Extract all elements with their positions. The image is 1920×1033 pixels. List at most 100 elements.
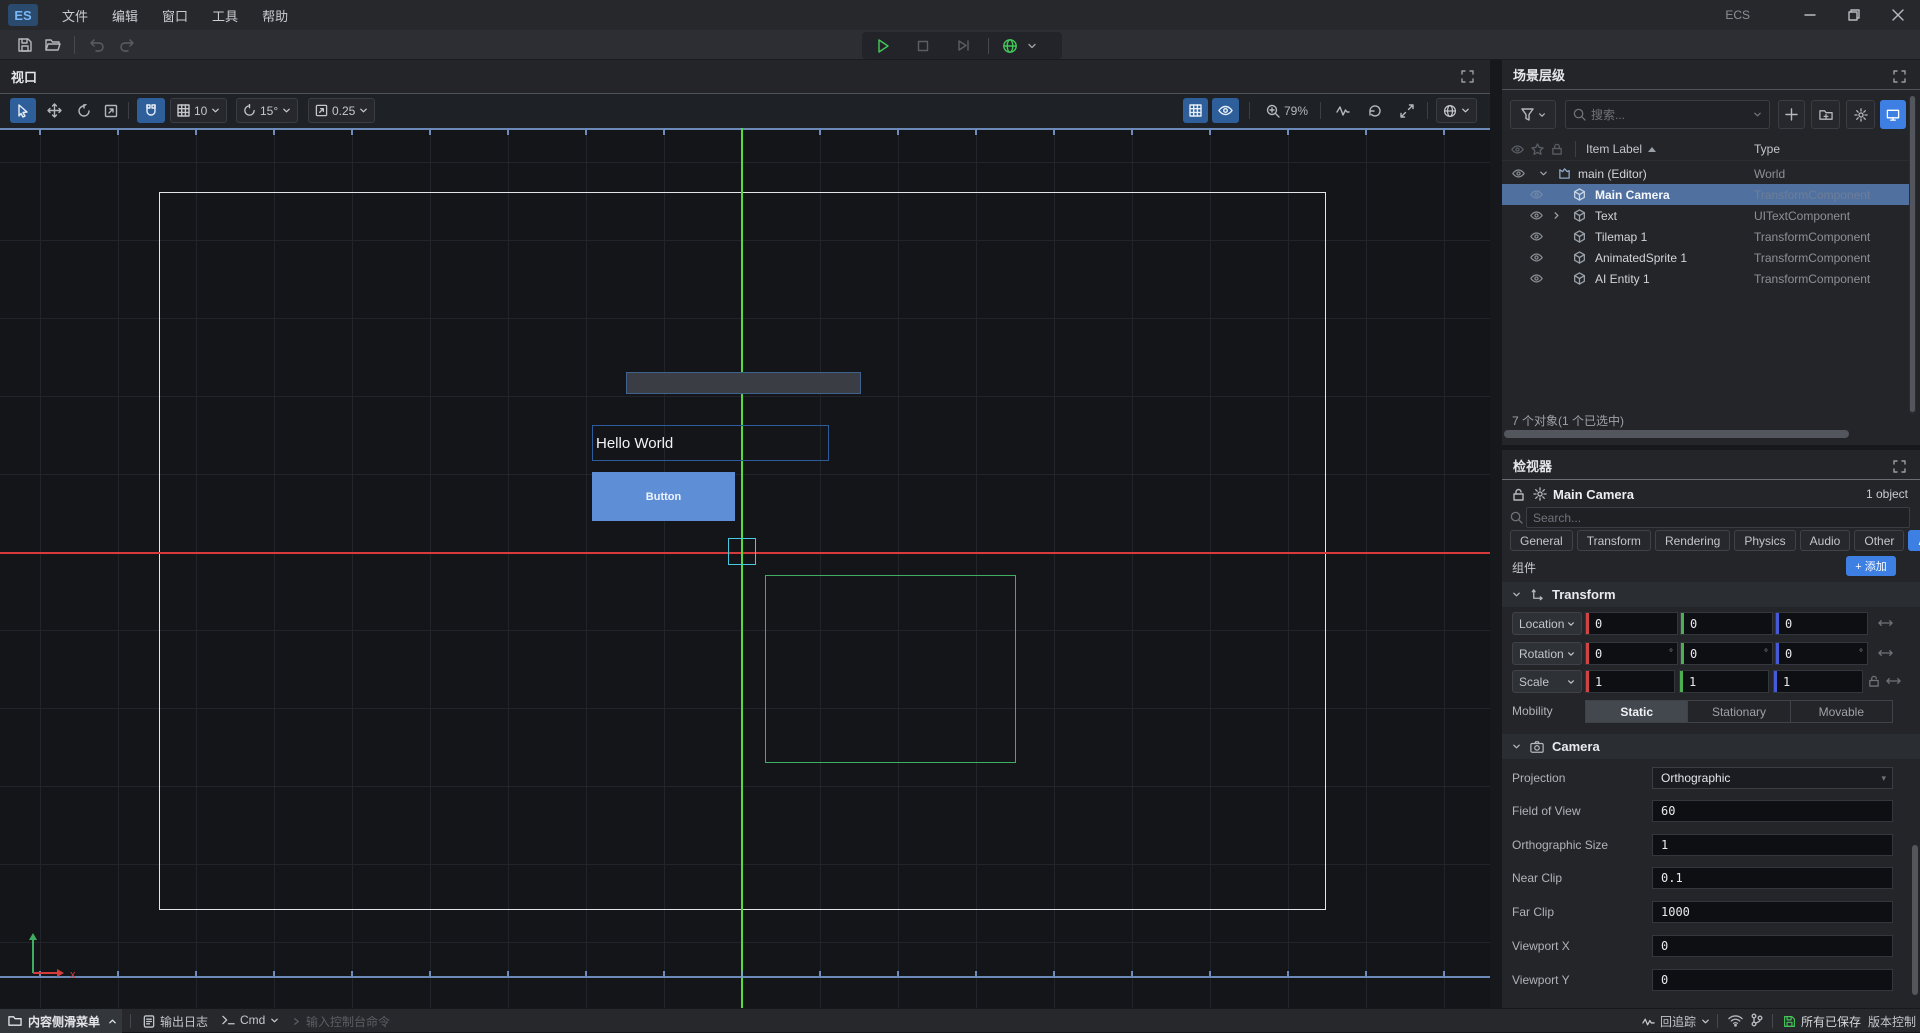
play-button[interactable] — [870, 34, 896, 58]
step-button[interactable] — [950, 34, 976, 58]
save-status[interactable]: 所有已保存 — [1783, 1013, 1861, 1030]
filter-dropdown-button[interactable] — [1510, 100, 1556, 129]
menu-tools[interactable]: 工具 — [212, 6, 238, 25]
version-branch-icon[interactable] — [1750, 1013, 1763, 1027]
fullscreen-button[interactable] — [1394, 98, 1419, 123]
zoom-indicator[interactable]: 79% — [1258, 98, 1316, 123]
panel-splitter[interactable] — [1490, 60, 1502, 1008]
new-folder-button[interactable] — [1811, 100, 1840, 129]
fov-field[interactable] — [1652, 800, 1893, 822]
tab-rendering[interactable]: Rendering — [1655, 530, 1730, 551]
chevron-down-icon[interactable] — [1027, 41, 1037, 51]
inspector-search-input[interactable] — [1526, 507, 1910, 528]
undo-button[interactable] — [84, 33, 110, 57]
camera-section-header[interactable]: Camera — [1502, 734, 1920, 759]
tab-audio[interactable]: Audio — [1800, 530, 1851, 551]
transform-section-header[interactable]: Transform — [1502, 582, 1920, 607]
selection-gizmo-box[interactable] — [728, 538, 756, 565]
hierarchy-vertical-scrollbar[interactable] — [1909, 96, 1916, 414]
grid-snap-dropdown[interactable]: 10 — [170, 98, 227, 123]
column-type[interactable]: Type — [1754, 142, 1780, 156]
stats-toggle-button[interactable] — [1330, 98, 1355, 123]
cmd-dropdown[interactable]: Cmd — [222, 1013, 279, 1027]
content-drawer-button[interactable]: 内容侧滑菜单 — [0, 1009, 122, 1033]
grid-visibility-toggle[interactable] — [1183, 98, 1208, 123]
app-logo[interactable]: ES — [8, 4, 38, 26]
expand-panel-icon[interactable] — [1893, 70, 1906, 83]
list-item[interactable]: AnimatedSprite 1 TransformComponent — [1502, 247, 1912, 268]
rotate-tool-button[interactable] — [71, 98, 96, 123]
list-item[interactable]: Tilemap 1 TransformComponent — [1502, 226, 1912, 247]
ui-panel-bar[interactable] — [626, 372, 861, 394]
ui-button-element[interactable]: Button — [592, 472, 735, 521]
rotate-snap-dropdown[interactable]: 15° — [236, 98, 298, 123]
reset-link-icon[interactable] — [1878, 617, 1893, 629]
tab-other[interactable]: Other — [1854, 530, 1904, 551]
tab-all[interactable]: All — [1908, 530, 1920, 551]
menu-file[interactable]: 文件 — [62, 6, 88, 25]
menu-edit[interactable]: 编辑 — [112, 6, 138, 25]
version-control-button[interactable]: 版本控制 — [1868, 1013, 1916, 1030]
snap-toggle-button[interactable] — [137, 98, 165, 123]
ortho-size-field[interactable] — [1652, 834, 1893, 856]
monitor-view-button[interactable] — [1880, 100, 1906, 129]
location-y-field[interactable] — [1680, 612, 1773, 635]
location-z-field[interactable] — [1775, 612, 1868, 635]
hierarchy-search-box[interactable] — [1565, 100, 1770, 129]
list-item[interactable]: main (Editor) World — [1502, 163, 1912, 184]
menu-window[interactable]: 窗口 — [162, 6, 188, 25]
lock-icon[interactable] — [1512, 488, 1525, 501]
tab-transform[interactable]: Transform — [1577, 530, 1651, 551]
world-dropdown[interactable] — [1436, 98, 1477, 123]
mobility-movable[interactable]: Movable — [1791, 700, 1893, 723]
save-button[interactable] — [12, 33, 38, 57]
projection-select[interactable]: Orthographic ▾ — [1652, 767, 1893, 789]
ui-text-element[interactable]: Hello World — [592, 425, 829, 461]
scale-tool-button[interactable] — [98, 98, 123, 123]
mobility-stationary[interactable]: Stationary — [1688, 700, 1790, 723]
scale-y-field[interactable] — [1679, 670, 1769, 693]
list-item[interactable]: AI Entity 1 TransformComponent — [1502, 268, 1912, 289]
rotation-dropdown[interactable]: Rotation — [1512, 642, 1582, 665]
far-clip-field[interactable] — [1652, 901, 1893, 923]
visibility-toggle[interactable] — [1212, 98, 1239, 123]
scale-z-field[interactable] — [1773, 670, 1863, 693]
scene-canvas[interactable]: Hello World Button x — [0, 128, 1490, 1008]
close-button[interactable] — [1876, 0, 1920, 30]
expand-panel-icon[interactable] — [1461, 70, 1474, 83]
reset-link-icon[interactable] — [1886, 675, 1901, 687]
viewport-y-field[interactable] — [1652, 969, 1893, 991]
near-clip-field[interactable] — [1652, 867, 1893, 889]
location-x-field[interactable] — [1585, 612, 1678, 635]
inspector-vertical-scrollbar[interactable] — [1912, 845, 1918, 995]
column-item-label[interactable]: Item Label — [1586, 142, 1642, 156]
hierarchy-horizontal-scrollbar[interactable] — [1504, 430, 1910, 438]
uniform-scale-lock-icon[interactable] — [1868, 675, 1880, 687]
hierarchy-settings-button[interactable] — [1846, 100, 1875, 129]
add-entity-button[interactable] — [1778, 100, 1805, 129]
reset-view-button[interactable] — [1362, 98, 1387, 123]
restore-button[interactable] — [1832, 0, 1876, 30]
output-log-button[interactable]: 输出日志 — [143, 1013, 208, 1030]
gear-icon[interactable] — [1533, 487, 1547, 501]
tab-physics[interactable]: Physics — [1734, 530, 1795, 551]
list-item-selected[interactable]: Main Camera TransformComponent — [1502, 184, 1912, 205]
select-tool-button[interactable] — [10, 98, 36, 123]
stop-button[interactable] — [910, 34, 936, 58]
expand-panel-icon[interactable] — [1893, 460, 1906, 473]
open-folder-button[interactable] — [40, 33, 66, 57]
move-tool-button[interactable] — [42, 98, 67, 123]
add-component-button[interactable]: + 添加 — [1846, 556, 1896, 576]
scale-dropdown[interactable]: Scale — [1512, 670, 1582, 693]
tab-general[interactable]: General — [1510, 530, 1573, 551]
network-wifi-icon[interactable] — [1728, 1014, 1743, 1027]
rotation-z-field[interactable]: ° — [1775, 642, 1868, 665]
redo-button[interactable] — [114, 33, 140, 57]
minimize-button[interactable] — [1788, 0, 1832, 30]
list-item[interactable]: Text UITextComponent — [1502, 205, 1912, 226]
viewport-x-field[interactable] — [1652, 935, 1893, 957]
console-command-input[interactable]: 输入控制台命令 — [292, 1013, 390, 1030]
location-dropdown[interactable]: Location — [1512, 612, 1582, 635]
hierarchy-search-input[interactable] — [1591, 108, 1753, 122]
rotation-x-field[interactable]: ° — [1585, 642, 1678, 665]
